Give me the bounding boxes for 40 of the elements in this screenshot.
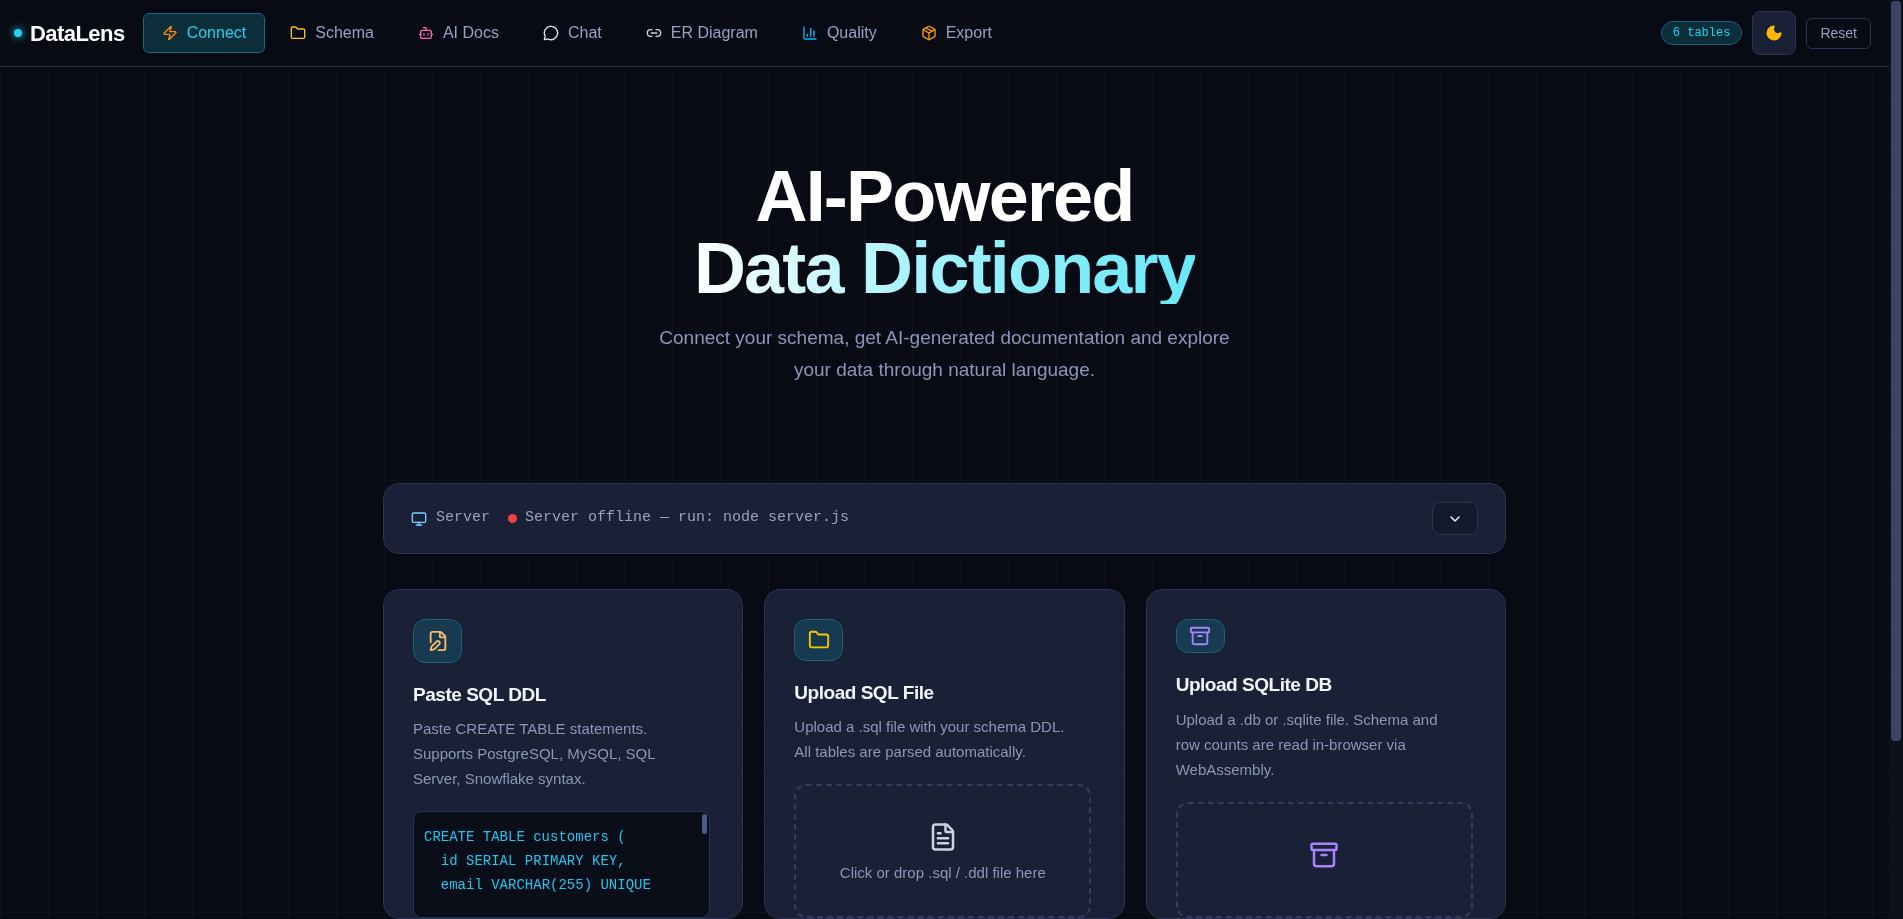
card-description: Upload a .db or .sqlite file. Schema and row counts are read in-browser via WebAssembly. [1175, 710, 1439, 780]
nav-tab[interactable]: ER Diagram [626, 13, 777, 53]
code-text: CREATE TABLE customers ( id SERIAL PRIMARY KEY, email VARCHAR(255) UNIQUE [424, 829, 651, 894]
nav-tab[interactable]: AI Docs [398, 13, 518, 53]
drop-zone-text: Click or drop .sql / .ddl file here [839, 863, 1046, 884]
card-title: Paste SQL DDL [413, 682, 547, 707]
moon-icon [1765, 24, 1784, 42]
server-status: Server offline — run: node server.js [525, 508, 850, 529]
package-icon [920, 25, 937, 41]
file-cabinet-icon [1189, 625, 1212, 648]
folder-icon [807, 629, 830, 651]
code-input-field[interactable]: CREATE TABLE customers ( id SERIAL PRIMARY KEY, email VARCHAR(255) UNIQUE [413, 811, 710, 918]
zap-icon [161, 25, 178, 41]
file-drop-zone[interactable] [1175, 802, 1473, 918]
card-title: Upload SQLite DB [1175, 673, 1333, 698]
file-cabinet-icon [1309, 840, 1340, 870]
hero-title: AI-Powered [755, 160, 1134, 232]
server-label: Server [436, 508, 490, 529]
card-title: Upload SQL File [794, 680, 935, 705]
monitor-icon [411, 510, 427, 527]
app-logo: DataLens [30, 19, 125, 48]
bar-chart-icon [801, 25, 818, 41]
nav-tab[interactable]: Connect [142, 13, 266, 53]
card-description: Paste CREATE TABLE statements. Supports PostgreSQL, MySQL, SQL Server, Snowflake syntax. [413, 719, 657, 790]
hero-subtitle: your data through natural language. [793, 358, 1096, 382]
server-dropdown-button[interactable] [1432, 502, 1478, 535]
nav-tab[interactable]: Schema [271, 13, 393, 53]
folder-icon [290, 25, 307, 41]
scrollbar-thumb [702, 814, 707, 835]
speech-bubble-icon [542, 25, 559, 41]
nav-tab[interactable]: Export [901, 13, 1011, 53]
reset-button[interactable]: Reset [1806, 17, 1871, 49]
theme-toggle-button[interactable] [1752, 11, 1797, 55]
nav-tab[interactable]: Chat [523, 13, 621, 53]
nav-tab[interactable]: Quality [782, 13, 896, 53]
tables-count-badge: 6 tables [1660, 21, 1743, 45]
card-description: Upload a .sql file with your schema DDL. All tables are parsed automatically. [794, 717, 1066, 763]
file-drop-zone[interactable]: Click or drop .sql / .ddl file here [794, 784, 1092, 918]
robot-icon [417, 25, 434, 41]
hero-subtitle: Connect your schema, get AI-generated documentation and explore [659, 326, 1230, 350]
